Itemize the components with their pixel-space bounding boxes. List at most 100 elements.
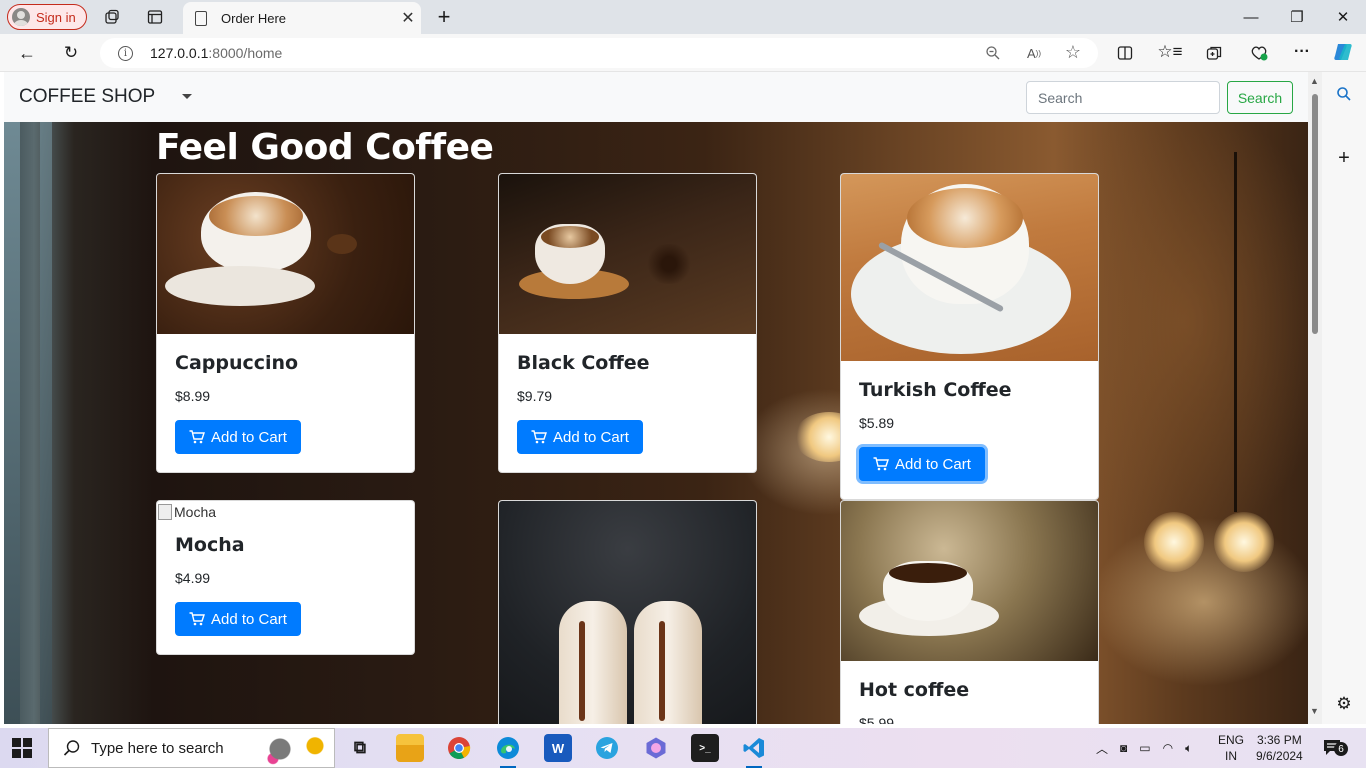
read-aloud-icon[interactable]: A)) (1023, 44, 1045, 62)
volume-icon[interactable]: 🔈︎ (1185, 741, 1192, 756)
add-to-cart-button[interactable]: Add to Cart (859, 447, 985, 481)
product-card-turkish-coffee: Turkish Coffee $5.89 Add to Cart (840, 173, 1099, 500)
clock-time: 3:36 PM (1257, 733, 1302, 747)
lamp-cord (1234, 152, 1237, 512)
window-frame-left (4, 122, 20, 724)
system-tray: ︿ ◙ ▭ ◠ 🔈︎ (1096, 728, 1192, 768)
chrome-icon[interactable] (445, 734, 473, 762)
app-hexagon-icon[interactable] (642, 734, 670, 762)
clock-date: 9/6/2024 (1256, 749, 1303, 763)
turkish-coffee-image (841, 174, 1098, 361)
scroll-up-arrow-icon[interactable]: ▲ (1310, 76, 1319, 86)
site-info-icon[interactable]: i (118, 45, 133, 61)
sidebar-search-icon[interactable] (1334, 84, 1354, 104)
address-bar[interactable]: i 127.0.0.1:8000/home (100, 38, 1098, 68)
clock[interactable]: 3:36 PM 9/6/2024 (1256, 728, 1303, 768)
cart-icon (873, 457, 889, 471)
broken-image-icon (158, 504, 172, 520)
product-price: $5.99 (859, 715, 895, 724)
add-to-cart-button[interactable]: Add to Cart (175, 420, 301, 454)
browser-essentials-icon[interactable] (1248, 44, 1270, 62)
product-name: Hot coffee (859, 679, 970, 701)
bulb-glow-2 (1214, 512, 1274, 572)
search-input[interactable] (1026, 81, 1220, 114)
cappuccino-image (157, 174, 414, 334)
favorite-star-icon[interactable]: ☆ (1063, 42, 1083, 62)
restore-icon[interactable]: ❐ (1274, 0, 1320, 34)
url-host: 127.0.0.1 (150, 45, 209, 61)
product-name: Turkish Coffee (859, 379, 1012, 401)
workspaces-icon[interactable] (102, 8, 122, 26)
browser-tab-order-here[interactable]: Order Here ✕ (183, 2, 421, 34)
vs-code-icon[interactable] (740, 734, 768, 768)
profile-avatar-icon (12, 8, 30, 26)
refresh-icon[interactable]: ↻ (60, 43, 82, 63)
copilot-icon[interactable] (1331, 40, 1355, 64)
show-hidden-icons-chevron-icon[interactable]: ︿ (1096, 740, 1108, 757)
product-card-black-coffee: Black Coffee $9.79 Add to Cart (498, 173, 757, 473)
iced-coffee-image (499, 501, 756, 724)
product-card-mocha: Mocha Mocha $4.99 Add to Cart (156, 500, 415, 655)
hot-coffee-image (841, 501, 1098, 661)
tab-title: Order Here (221, 10, 287, 26)
split-screen-icon[interactable] (1115, 44, 1135, 62)
product-price: $9.79 (517, 388, 553, 404)
dropdown-caret-icon[interactable] (182, 94, 192, 99)
product-price: $4.99 (175, 570, 211, 586)
meet-now-icon[interactable]: ◙ (1120, 741, 1127, 755)
add-to-cart-button[interactable]: Add to Cart (517, 420, 643, 454)
back-icon[interactable]: ← (16, 43, 38, 63)
notification-count-badge: 6 (1334, 742, 1348, 756)
collections-icon[interactable] (1204, 44, 1224, 62)
sign-in-button[interactable]: Sign in (7, 4, 87, 30)
language-region: IN (1225, 749, 1237, 763)
tab-actions-icon[interactable] (145, 8, 165, 26)
product-name: Black Coffee (517, 352, 650, 374)
browser-tab-bar: Sign in Order Here ✕ + — ❐ ✕ (0, 0, 1366, 34)
new-tab-icon[interactable]: + (433, 4, 455, 29)
product-price: $5.89 (859, 415, 895, 431)
favorites-icon[interactable]: ☆≡ (1157, 42, 1182, 62)
brand-logo-text[interactable]: COFFEE SHOP (19, 86, 155, 108)
task-view-icon[interactable]: ⧉ (346, 734, 374, 762)
close-window-icon[interactable]: ✕ (1320, 0, 1366, 34)
scrollbar-thumb[interactable] (1312, 94, 1318, 334)
bulb-glow-1 (1144, 512, 1204, 572)
add-to-cart-label: Add to Cart (553, 428, 629, 446)
language-indicator[interactable]: ENG IN (1218, 728, 1244, 768)
terminal-icon[interactable]: >_ (691, 734, 719, 762)
taskbar-search-box[interactable]: Type here to search (48, 728, 335, 768)
telegram-icon[interactable] (593, 734, 621, 762)
taskbar-search-icon (63, 740, 80, 756)
sidebar-settings-gear-icon[interactable]: ⚙ (1334, 694, 1354, 714)
scroll-down-arrow-icon[interactable]: ▼ (1310, 706, 1319, 716)
product-card-iced-coffee (498, 500, 757, 724)
notification-center-icon[interactable]: 6 (1322, 728, 1348, 768)
battery-icon[interactable]: ▭ (1139, 741, 1150, 755)
page-scrollbar[interactable]: ▲ ▼ (1308, 72, 1322, 724)
page-icon (195, 10, 207, 26)
edge-browser-icon[interactable] (494, 734, 522, 768)
word-icon[interactable]: W (544, 734, 572, 762)
add-to-cart-button[interactable]: Add to Cart (175, 602, 301, 636)
close-tab-icon[interactable]: ✕ (395, 8, 421, 28)
wifi-icon[interactable]: ◠ (1163, 741, 1173, 755)
windows-start-icon[interactable] (12, 738, 32, 758)
cart-icon (531, 430, 547, 444)
sidebar-add-icon[interactable]: + (1334, 147, 1354, 169)
cart-icon (189, 612, 205, 626)
search-button[interactable]: Search (1227, 81, 1293, 114)
file-explorer-icon[interactable] (396, 734, 424, 762)
add-to-cart-label: Add to Cart (211, 428, 287, 446)
url-path: :8000/home (208, 45, 283, 61)
search-highlight-illustration (259, 733, 329, 765)
more-options-icon[interactable]: ··· (1291, 42, 1313, 62)
minimize-icon[interactable]: — (1228, 0, 1274, 34)
zoom-out-icon[interactable] (983, 44, 1003, 62)
sign-in-label: Sign in (36, 9, 76, 25)
mocha-broken-image: Mocha (157, 501, 414, 520)
black-coffee-image (499, 174, 756, 334)
edge-sidebar: + ⚙ (1322, 72, 1366, 724)
page-heading: Feel Good Coffee (156, 127, 494, 168)
product-price: $8.99 (175, 388, 211, 404)
